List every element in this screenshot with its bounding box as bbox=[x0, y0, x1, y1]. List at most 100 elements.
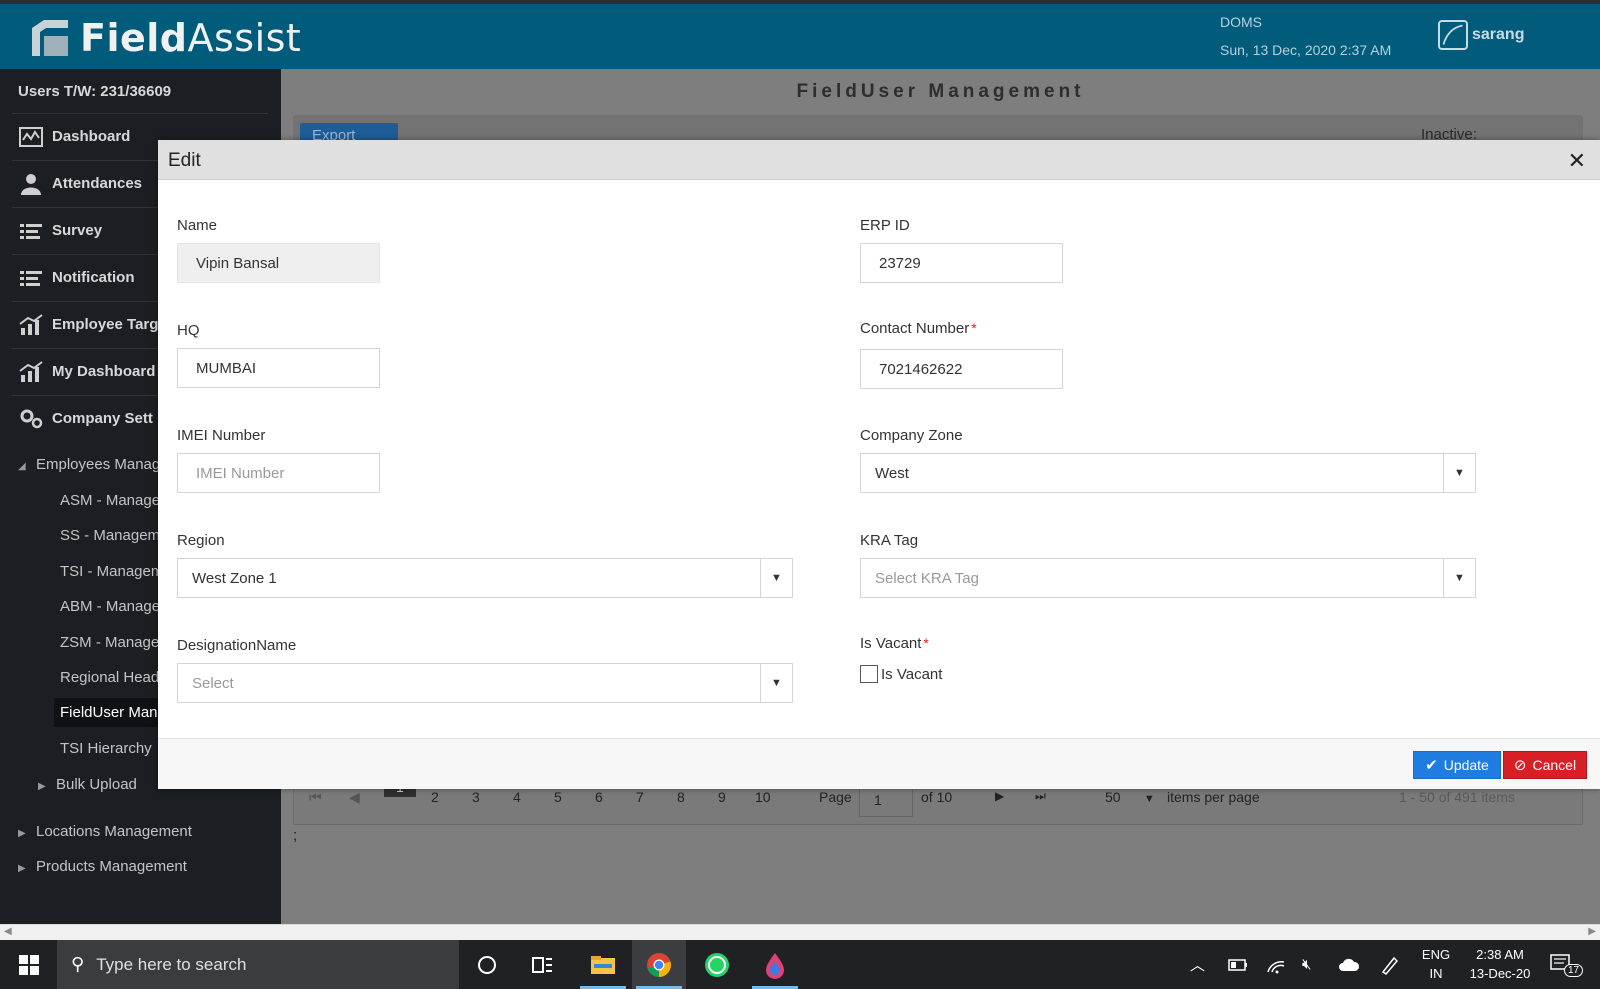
sidebar-item-label: Employee Targ bbox=[52, 316, 159, 333]
triangle-right-icon: ▶ bbox=[18, 863, 26, 874]
tree-locations-management[interactable]: ▶ Locations Management bbox=[18, 823, 192, 840]
graph-icon bbox=[19, 360, 43, 382]
scroll-right-icon[interactable]: ▶ bbox=[1588, 926, 1596, 937]
is-vacant-checkbox[interactable] bbox=[860, 665, 878, 683]
scroll-left-icon[interactable]: ◀ bbox=[4, 926, 12, 937]
region-select[interactable]: West Zone 1 ▼ bbox=[177, 558, 793, 598]
wifi-glyph bbox=[1267, 960, 1285, 973]
onedrive-icon[interactable] bbox=[1338, 940, 1360, 989]
erp-id-input[interactable] bbox=[860, 243, 1063, 283]
cancel-button[interactable]: ⊘ Cancel bbox=[1503, 751, 1587, 779]
task-view-icon[interactable] bbox=[515, 940, 569, 989]
action-center-icon[interactable]: 17 bbox=[1550, 940, 1584, 989]
company-zone-label: Company Zone bbox=[860, 427, 963, 444]
tree-products-management[interactable]: ▶ Products Management bbox=[18, 858, 187, 875]
modal-header: Edit ✕ bbox=[158, 140, 1600, 180]
clock[interactable]: 2:38 AM 13-Dec-20 bbox=[1462, 947, 1538, 981]
chevron-up-icon: ︿ bbox=[1190, 957, 1206, 974]
pager-last-icon[interactable]: ⏭ bbox=[1035, 789, 1046, 804]
pager-page-label: Page bbox=[819, 789, 852, 805]
kra-tag-select[interactable]: Select KRA Tag ▼ bbox=[860, 558, 1476, 598]
pager-page-5[interactable]: 5 bbox=[554, 789, 562, 805]
items-per-page-label: items per page bbox=[1167, 789, 1260, 805]
pen-icon[interactable] bbox=[1380, 940, 1400, 989]
circle-icon bbox=[478, 955, 496, 974]
pager-next-icon[interactable]: ▶ bbox=[995, 789, 1004, 803]
pager-page-4[interactable]: 4 bbox=[513, 789, 521, 805]
stray-text: ; bbox=[293, 827, 298, 844]
pager-page-8[interactable]: 8 bbox=[677, 789, 685, 805]
pager-page-10[interactable]: 10 bbox=[755, 789, 771, 805]
required-marker: * bbox=[923, 635, 929, 651]
company-zone-select[interactable]: West ▼ bbox=[860, 453, 1476, 493]
graph-icon bbox=[19, 313, 43, 335]
users-tw-count: Users T/W: 231/36609 bbox=[18, 83, 172, 100]
show-hidden-icons[interactable]: ︿ bbox=[1190, 940, 1205, 989]
kra-tag-label: KRA Tag bbox=[860, 532, 919, 549]
whatsapp-icon[interactable] bbox=[690, 940, 744, 989]
network-icon[interactable] bbox=[1266, 940, 1286, 989]
pager-page-3[interactable]: 3 bbox=[472, 789, 480, 805]
sidebar-item-label: Survey bbox=[52, 222, 103, 239]
hq-input[interactable] bbox=[177, 348, 380, 388]
pager-page-6[interactable]: 6 bbox=[595, 789, 603, 805]
battery-icon[interactable] bbox=[1228, 940, 1248, 989]
chevron-down-icon[interactable]: ▼ bbox=[1443, 454, 1475, 492]
is-vacant-label: Is Vacant * bbox=[860, 635, 929, 652]
cortana-icon[interactable] bbox=[460, 940, 514, 989]
imei-number-input[interactable] bbox=[177, 453, 380, 493]
ban-icon: ⊘ bbox=[1513, 757, 1527, 774]
user-menu[interactable]: sarang bbox=[1438, 20, 1524, 50]
close-icon[interactable]: ✕ bbox=[1568, 148, 1586, 174]
horizontal-scrollbar[interactable]: ◀ ▶ bbox=[0, 924, 1600, 940]
header-datetime: Sun, 13 Dec, 2020 2:37 AM bbox=[1220, 42, 1392, 58]
pager-prev-icon[interactable]: ◀ bbox=[349, 789, 360, 806]
chrome-icon[interactable] bbox=[632, 940, 686, 989]
list-icon bbox=[20, 223, 42, 239]
person-icon bbox=[21, 173, 41, 195]
windows-taskbar: ⚲ Type here to search ︿ 🔇︎ ENG IN 2:38 A… bbox=[0, 940, 1600, 989]
fieldassist-logo[interactable]: FieldAssist bbox=[30, 16, 301, 60]
paint-app-icon[interactable] bbox=[748, 940, 802, 989]
chevron-down-icon[interactable]: ▼ bbox=[1443, 559, 1475, 597]
chrome-logo-icon bbox=[647, 952, 671, 977]
update-button[interactable]: ✔ Update bbox=[1413, 751, 1501, 779]
required-marker: * bbox=[971, 320, 977, 336]
taskbar-search[interactable]: ⚲ Type here to search bbox=[57, 940, 459, 989]
language-indicator[interactable]: ENG IN bbox=[1420, 947, 1452, 981]
company-name: DOMS bbox=[1220, 14, 1262, 30]
imei-number-label: IMEI Number bbox=[177, 427, 266, 444]
user-name: sarang bbox=[1472, 26, 1525, 43]
triangle-right-icon: ▶ bbox=[38, 781, 46, 792]
windows-logo-icon bbox=[18, 954, 39, 975]
tree-employees-management[interactable]: ◢ Employees Manag bbox=[18, 456, 160, 473]
per-page-select[interactable]: 50 ▼ bbox=[1105, 789, 1155, 805]
chevron-down-icon[interactable]: ▼ bbox=[760, 664, 792, 702]
file-explorer-icon[interactable] bbox=[576, 940, 630, 989]
chevron-down-icon[interactable]: ▼ bbox=[760, 559, 792, 597]
designation-select[interactable]: Select ▼ bbox=[177, 663, 793, 703]
logo-mark-icon bbox=[32, 20, 68, 56]
whatsapp-logo-icon bbox=[705, 952, 729, 977]
tree-bulk-upload[interactable]: ▶ Bulk Upload bbox=[38, 776, 137, 793]
contact-number-input[interactable] bbox=[860, 349, 1063, 389]
pager-page-2[interactable]: 2 bbox=[431, 789, 439, 805]
volume-muted-icon[interactable]: 🔇︎ bbox=[1302, 940, 1311, 989]
search-placeholder: Type here to search bbox=[96, 954, 247, 974]
sidebar-item-label: Dashboard bbox=[52, 128, 131, 145]
name-input[interactable] bbox=[177, 243, 380, 283]
logo-text: FieldAssist bbox=[80, 16, 302, 60]
user-avatar-icon bbox=[1438, 20, 1468, 50]
sidebar-item-label: My Dashboard bbox=[52, 363, 156, 380]
pager-summary: 1 - 50 of 491 items bbox=[1399, 789, 1515, 805]
pager-page-9[interactable]: 9 bbox=[718, 789, 726, 805]
is-vacant-row[interactable]: Is Vacant bbox=[860, 665, 942, 683]
modal-footer: ✔ Update ⊘ Cancel bbox=[158, 738, 1600, 789]
pager-first-icon[interactable]: ⏮ bbox=[309, 789, 322, 806]
pager-page-7[interactable]: 7 bbox=[636, 789, 644, 805]
task-view-glyph bbox=[532, 956, 552, 973]
droplet-icon bbox=[766, 952, 784, 979]
sidebar-item-label: Company Sett bbox=[52, 410, 153, 427]
cloud-icon bbox=[1339, 958, 1360, 971]
start-button[interactable] bbox=[0, 940, 57, 989]
